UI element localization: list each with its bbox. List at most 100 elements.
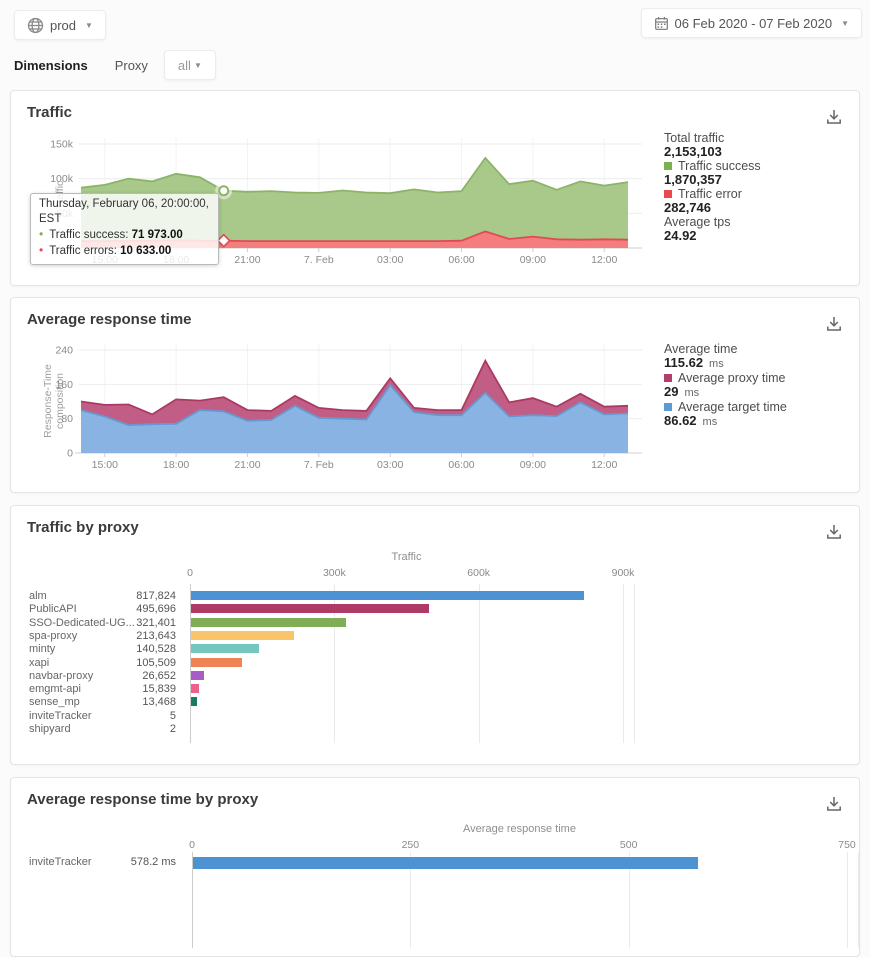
x-tick-label: 12:00 (591, 254, 617, 266)
bar-row-label: spa-proxy (29, 630, 77, 642)
bar-row-value: 15,839 (96, 683, 176, 695)
stat-value: 1,870,357 (664, 173, 849, 187)
environment-switcher[interactable]: prod ▼ (14, 10, 106, 40)
x-tick-label: 7. Feb (304, 459, 334, 471)
stat-value: 282,746 (664, 201, 849, 215)
gridline (858, 852, 859, 948)
calendar-icon (654, 16, 669, 31)
x-tick-label: 12:00 (591, 459, 617, 471)
bar-row-label: inviteTracker (29, 710, 92, 722)
x-tick-label: 600k (467, 567, 490, 579)
proxy-filter-dropdown[interactable]: all ▼ (164, 50, 216, 80)
bar-row-label: inviteTracker (29, 856, 92, 868)
bar[interactable] (191, 591, 584, 600)
bar-row-value: 5 (96, 710, 176, 722)
x-tick-label: 09:00 (520, 459, 546, 471)
stat-value: 86.62ms (664, 414, 849, 429)
bar-row-label: xapi (29, 657, 49, 669)
gridline (479, 584, 480, 743)
y-tick-label: 80 (61, 413, 73, 425)
globe-icon (27, 17, 44, 34)
x-tick-label: 15:00 (92, 459, 118, 471)
bar-row-value: 213,643 (96, 630, 176, 642)
bar[interactable] (191, 684, 199, 693)
bar[interactable] (191, 618, 346, 627)
bar-row-label: sense_mp (29, 696, 80, 708)
x-tick-label: 03:00 (377, 459, 403, 471)
response-time-area-chart[interactable]: Response-Time composition 24016080015:00… (27, 340, 659, 492)
response-time-card: Average response time Response-Time comp… (10, 297, 860, 493)
y-tick-label: 150k (50, 139, 74, 151)
caret-down-icon: ▼ (194, 61, 202, 70)
x-tick-label: 21:00 (234, 459, 260, 471)
x-tick-label: 21:00 (234, 254, 260, 266)
bar-row-value: 140,528 (96, 643, 176, 655)
bar-row-label: emgmt-api (29, 683, 81, 695)
proxy-filter-value: all (178, 58, 191, 73)
bar-row-label: PublicAPI (29, 603, 77, 615)
card-title: Average response time (27, 311, 192, 328)
card-title: Traffic (27, 104, 72, 121)
y-tick-label: 100k (50, 173, 74, 185)
stat-value: 2,153,103 (664, 145, 849, 159)
legend-swatch (664, 190, 672, 198)
response-by-proxy-bar-chart[interactable]: 0250500750Average response timeinviteTra… (11, 778, 859, 956)
bar-row-value: 2 (96, 723, 176, 735)
x-tick-label: 18:00 (163, 459, 189, 471)
gridline (634, 584, 635, 743)
response-time-by-proxy-card: Average response time by proxy 025050075… (10, 777, 860, 957)
x-tick-label: 750 (838, 839, 856, 851)
bar-row-value: 817,824 (96, 590, 176, 602)
response-chart-area: Response-Time composition 24016080015:00… (27, 340, 659, 492)
gridline (623, 584, 624, 743)
environment-label: prod (50, 18, 76, 33)
stat-value: 115.62ms (664, 356, 849, 371)
traffic-card: Traffic Traffic 150k100k50k015:0018:0021… (10, 90, 860, 286)
chart-tooltip: Thursday, February 06, 20:00:00, EST• Tr… (30, 193, 219, 265)
bar[interactable] (191, 697, 197, 706)
stat-label: Average time (664, 342, 849, 356)
bar-row-label: navbar-proxy (29, 670, 93, 682)
legend-swatch (664, 403, 672, 411)
stat-label: Average proxy time (664, 371, 849, 385)
bar[interactable] (191, 644, 259, 653)
bar[interactable] (191, 631, 294, 640)
gridline (847, 852, 848, 948)
bar-row-label: alm (29, 590, 47, 602)
bar[interactable] (191, 658, 242, 667)
caret-down-icon: ▼ (85, 21, 93, 30)
stat-label: Traffic success (664, 159, 849, 173)
x-tick-label: 06:00 (448, 459, 474, 471)
x-tick-label: 900k (612, 567, 635, 579)
x-tick-label: 0 (187, 567, 193, 579)
x-tick-label: 09:00 (520, 254, 546, 266)
x-tick-label: 250 (402, 839, 420, 851)
dimensions-label: Dimensions (14, 58, 88, 73)
bar[interactable] (191, 671, 204, 680)
y-axis-label: Response-Time (42, 364, 54, 438)
stat-label: Traffic error (664, 187, 849, 201)
y-tick-label: 0 (67, 448, 73, 460)
legend-swatch (664, 162, 672, 170)
dimension-proxy-label: Proxy (115, 58, 148, 73)
bar-row-value: 13,468 (96, 696, 176, 708)
bar-row-label: minty (29, 643, 55, 655)
bar[interactable] (191, 604, 429, 613)
date-range-picker[interactable]: 06 Feb 2020 - 07 Feb 2020 ▼ (641, 8, 862, 38)
x-tick-label: 7. Feb (304, 254, 334, 266)
y-tick-label: 240 (55, 345, 73, 357)
x-tick-label: 300k (323, 567, 346, 579)
x-tick-label: 03:00 (377, 254, 403, 266)
tooltip-title: Thursday, February 06, 20:00:00, EST (39, 197, 210, 227)
traffic-by-proxy-bar-chart[interactable]: 0300k600k900kTrafficalm817,824PublicAPI4… (11, 506, 859, 764)
traffic-chart-area: Traffic 150k100k50k015:0018:0021:007. Fe… (27, 129, 659, 281)
axis-label: Traffic (392, 551, 422, 563)
traffic-by-proxy-card: Traffic by proxy 0300k600k900kTrafficalm… (10, 505, 860, 765)
tooltip-row: • Traffic success: 71 973.00 (39, 227, 210, 243)
download-button[interactable] (825, 315, 843, 333)
bar[interactable] (193, 857, 698, 869)
download-button[interactable] (825, 108, 843, 126)
dimensions-bar: Dimensions Proxy all ▼ (14, 50, 216, 80)
stat-label: Average target time (664, 400, 849, 414)
response-stats: Average time115.62msAverage proxy time29… (664, 342, 849, 429)
